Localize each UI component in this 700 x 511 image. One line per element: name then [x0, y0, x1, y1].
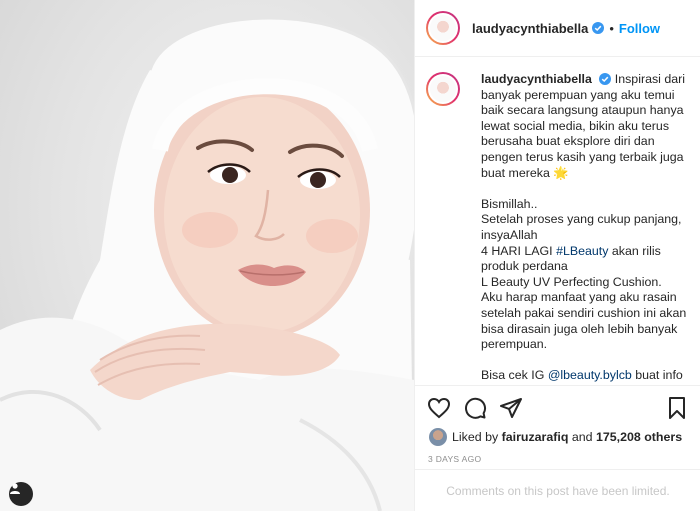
caption-line-6: Bisa cek IG @lbeauty.bylcb buat info — [481, 368, 691, 384]
follow-button[interactable]: Follow — [619, 21, 660, 36]
likes-count[interactable]: 175,208 others — [596, 430, 682, 444]
comments-limited-notice: Comments on this post have been limited. — [415, 469, 700, 511]
user-tag-icon — [10, 483, 20, 494]
caption-avatar[interactable] — [426, 72, 460, 106]
hashtag-link[interactable]: #LBeauty — [556, 244, 608, 258]
post-header: laudyacynthiabella • Follow — [415, 0, 700, 57]
liker-username[interactable]: fairuzarafiq — [502, 430, 569, 444]
caption-username[interactable]: laudyacynthiabella — [481, 72, 592, 86]
caption-paragraph-1: Inspirasi dari banyak perempuan yang aku… — [481, 72, 686, 180]
post-side-panel: laudyacynthiabella • Follow laudyacynthi… — [414, 0, 700, 511]
mention-link[interactable]: @lbeauty.bylcb — [548, 368, 632, 382]
separator-dot: • — [609, 20, 614, 36]
author-username[interactable]: laudyacynthiabella — [472, 21, 588, 36]
liker-avatar[interactable] — [429, 428, 447, 446]
caption-check-text: Bisa cek IG — [481, 368, 545, 383]
caption-line-2: Setelah proses yang cukup panjang, insya… — [481, 212, 682, 242]
likes-summary: Liked by fairuzarafiq and 175,208 others — [429, 427, 682, 447]
caption-line-3: 4 HARI LAGI #LBeauty akan rilis produk p… — [481, 244, 691, 275]
heart-icon[interactable] — [427, 396, 451, 420]
caption-days-text: 4 HARI LAGI — [481, 243, 553, 258]
verified-badge-icon — [599, 73, 612, 85]
caption-area[interactable]: laudyacynthiabella Inspirasi dari banyak… — [415, 58, 700, 385]
likes-and: and — [571, 430, 593, 444]
user-tag-button[interactable] — [9, 482, 33, 506]
caption-text: laudyacynthiabella Inspirasi dari banyak… — [481, 72, 691, 385]
comment-icon[interactable] — [463, 396, 487, 420]
liked-by-label: Liked by — [452, 430, 499, 444]
portrait-illustration — [0, 16, 414, 511]
star-emoji: 🌟 — [553, 165, 569, 180]
bookmark-icon[interactable] — [665, 396, 689, 420]
caption-line-bismillah: Bismillah.. — [481, 196, 538, 211]
author-avatar[interactable] — [426, 11, 460, 45]
verified-badge-icon — [592, 22, 605, 34]
caption-line-4: L Beauty UV Perfecting Cushion. — [481, 274, 662, 289]
caption-info-text: buat info — [635, 368, 683, 383]
post-image[interactable] — [0, 0, 414, 511]
caption-line-5: Aku harap manfaat yang aku rasain setela… — [481, 290, 687, 352]
share-icon[interactable] — [499, 396, 523, 420]
post-timestamp[interactable]: 3 DAYS AGO — [428, 454, 481, 464]
action-bar — [415, 385, 700, 430]
